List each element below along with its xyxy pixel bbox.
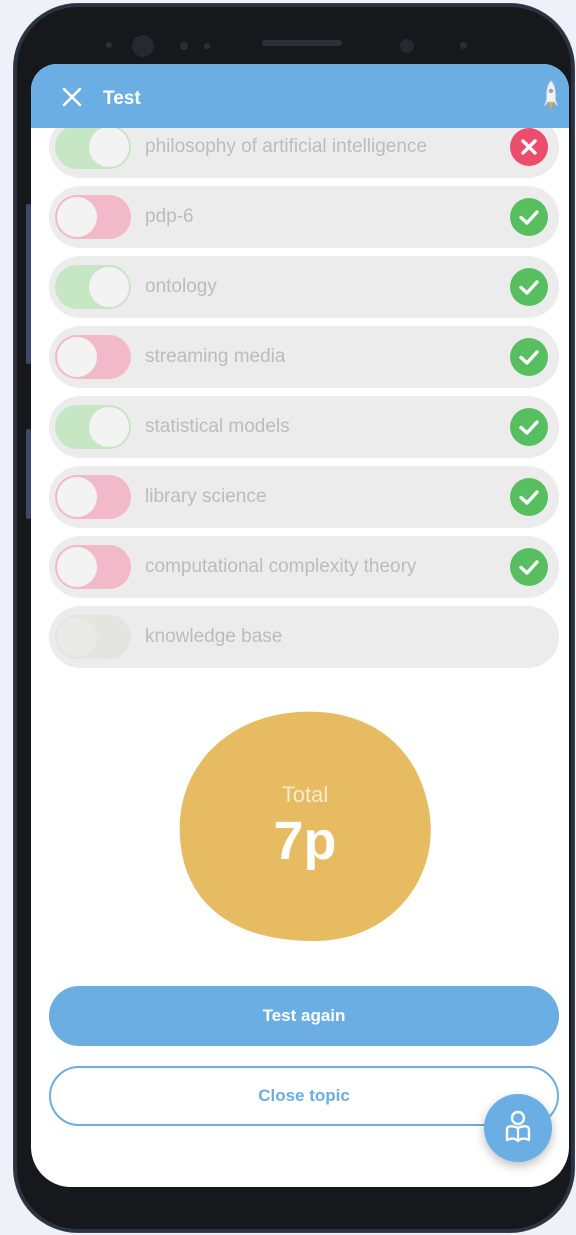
iris-scanner: [400, 39, 414, 53]
topic-toggle[interactable]: [55, 545, 131, 589]
check-icon: [510, 268, 548, 306]
reader-fab-button[interactable]: [484, 1094, 552, 1162]
reader-icon: [505, 1110, 531, 1143]
topic-toggle[interactable]: [55, 405, 131, 449]
topic-row[interactable]: statistical models: [49, 396, 559, 458]
score-label: Total: [281, 782, 329, 807]
check-icon: [510, 408, 548, 446]
topic-row[interactable]: computational complexity theory: [49, 536, 559, 598]
check-icon: [510, 338, 548, 376]
topic-toggle[interactable]: [55, 125, 131, 169]
topic-row[interactable]: streaming media: [49, 326, 559, 388]
topic-row[interactable]: library science: [49, 466, 559, 528]
check-icon: [510, 198, 548, 236]
topic-toggle[interactable]: [55, 335, 131, 379]
cross-icon: [510, 128, 548, 166]
topic-label: computational complexity theory: [145, 556, 417, 577]
toggle-knob: [57, 197, 97, 237]
toggle-knob: [57, 547, 97, 587]
test-again-button[interactable]: Test again: [49, 986, 559, 1046]
topic-label: ontology: [145, 276, 217, 297]
topic-toggle[interactable]: [55, 475, 131, 519]
toggle-knob: [89, 267, 129, 307]
topic-toggle[interactable]: [55, 265, 131, 309]
toggle-knob: [57, 477, 97, 517]
earpiece-speaker: [262, 40, 342, 46]
toggle-knob: [89, 407, 129, 447]
topic-row[interactable]: pdp-6: [49, 186, 559, 248]
topic-label: philosophy of artificial intelligence: [145, 136, 427, 157]
close-topic-button[interactable]: Close topic: [49, 1066, 559, 1126]
check-icon: [510, 548, 548, 586]
check-icon: [510, 478, 548, 516]
camera-bar: [14, 34, 574, 58]
toggle-knob: [57, 337, 97, 377]
front-camera: [132, 35, 154, 57]
toggle-knob: [57, 617, 97, 657]
sensor-dot: [204, 43, 210, 49]
topic-label: library science: [145, 486, 267, 507]
close-icon[interactable]: [61, 86, 83, 108]
toggle-knob: [89, 127, 129, 167]
topic-row[interactable]: knowledge base: [49, 606, 559, 668]
rocket-icon[interactable]: [543, 80, 559, 114]
topic-label: knowledge base: [145, 626, 283, 647]
topic-toggle[interactable]: [55, 195, 131, 239]
topic-row[interactable]: ontology: [49, 256, 559, 318]
app-header: Test: [31, 64, 569, 128]
app-screen: philosophy of artificial intelligence pdp…: [31, 64, 569, 1187]
score-value: 7p: [273, 811, 337, 871]
sensor-dot: [460, 42, 467, 49]
topic-label: pdp-6: [145, 206, 194, 227]
topic-label: statistical models: [145, 416, 290, 437]
sensor-dot: [106, 42, 112, 48]
topic-label: streaming media: [145, 346, 286, 367]
sensor-dot: [180, 42, 188, 50]
topic-toggle[interactable]: [55, 615, 131, 659]
header-title: Test: [103, 88, 141, 109]
